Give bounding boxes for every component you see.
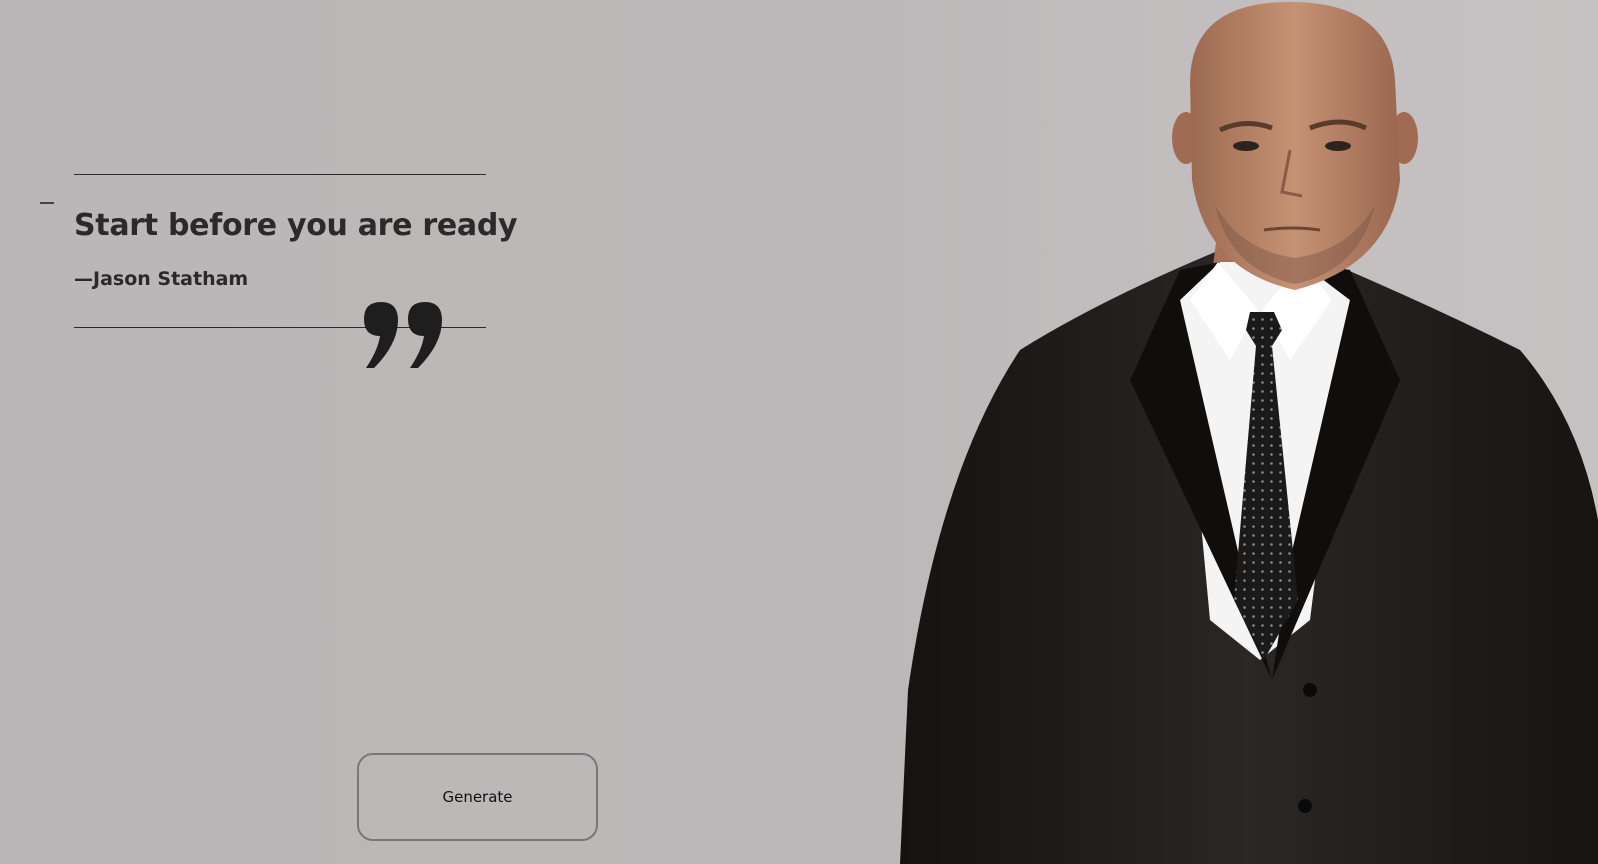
hero-portrait-image — [900, 2, 1598, 864]
quote-page: Start before you are ready —Jason Statha… — [0, 0, 1598, 864]
closing-quote-icon — [364, 302, 442, 368]
quote-author: —Jason Statham — [74, 268, 249, 290]
quote-text: Start before you are ready — [74, 208, 518, 243]
quote-top-divider — [74, 174, 486, 175]
generate-button[interactable]: Generate — [357, 753, 598, 841]
dash-icon — [40, 202, 54, 204]
